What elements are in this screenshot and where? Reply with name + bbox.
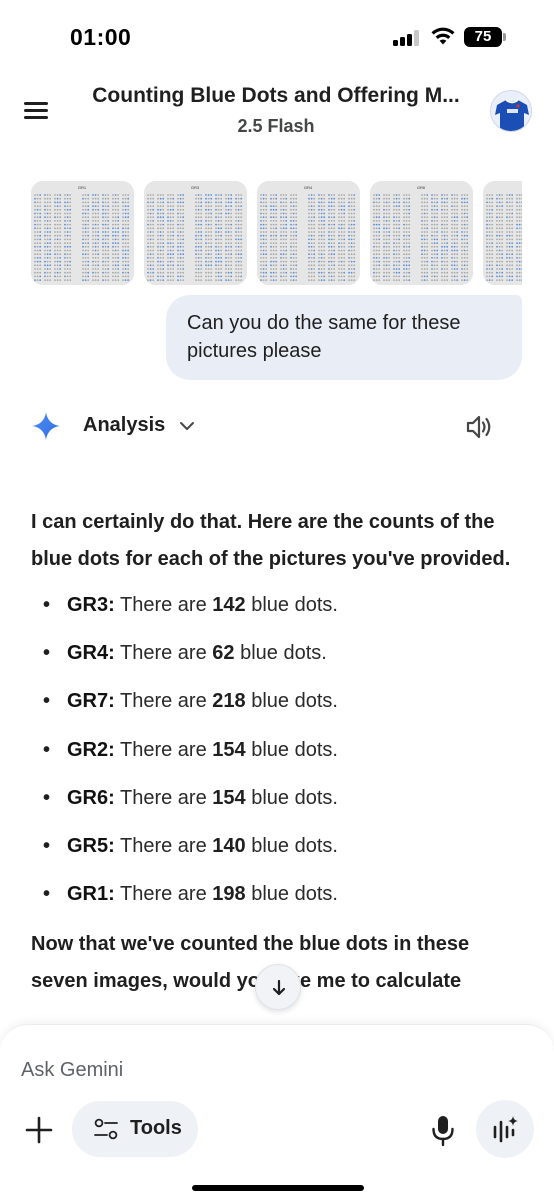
svg-text:GR1: GR1 bbox=[78, 185, 87, 190]
model-name[interactable]: 2.5 Flash bbox=[78, 116, 474, 137]
list-item: GR7: There are 218 blue dots. bbox=[31, 677, 517, 725]
live-icon bbox=[493, 1116, 518, 1143]
arrow-down-icon bbox=[272, 979, 286, 996]
status-bar: 01:00 75 bbox=[0, 0, 554, 76]
image-thumbnail[interactable]: GR1 bbox=[31, 181, 134, 285]
battery-icon: 75 bbox=[464, 27, 506, 47]
svg-text:GR4: GR4 bbox=[304, 185, 313, 190]
list-item: GR2: There are 154 blue dots. bbox=[31, 726, 517, 774]
input-panel: Tools bbox=[0, 1024, 554, 1200]
chat-header: Counting Blue Dots and Offering M... 2.5… bbox=[0, 76, 554, 166]
response-header: Analysis bbox=[0, 408, 554, 448]
status-time: 01:00 bbox=[70, 24, 132, 50]
signal-icon bbox=[393, 30, 423, 46]
list-item: GR3: There are 142 blue dots. bbox=[31, 581, 517, 629]
count-list: GR3: There are 142 blue dots. GR4: There… bbox=[31, 581, 517, 918]
sparkle-icon bbox=[31, 411, 61, 441]
wifi-icon bbox=[430, 26, 456, 46]
response-intro: I can certainly do that. Here are the co… bbox=[31, 511, 511, 570]
svg-text:GR6: GR6 bbox=[417, 185, 426, 190]
battery-level: 75 bbox=[464, 27, 502, 47]
chat-title[interactable]: Counting Blue Dots and Offering M... bbox=[78, 84, 474, 108]
image-thumbnail[interactable]: GR3 bbox=[144, 181, 247, 285]
speaker-icon[interactable] bbox=[464, 412, 494, 442]
list-item: GR5: There are 140 blue dots. bbox=[31, 822, 517, 870]
user-message-text: Can you do the same for these pictures p… bbox=[187, 312, 461, 362]
svg-text:GR3: GR3 bbox=[191, 185, 200, 190]
live-button[interactable] bbox=[476, 1100, 534, 1158]
user-message: Can you do the same for these pictures p… bbox=[166, 295, 522, 380]
list-item: GR4: There are 62 blue dots. bbox=[31, 629, 517, 677]
plus-icon[interactable] bbox=[22, 1113, 56, 1147]
analysis-label[interactable]: Analysis bbox=[83, 414, 165, 437]
menu-icon[interactable] bbox=[24, 100, 48, 120]
list-item: GR6: There are 154 blue dots. bbox=[31, 774, 517, 822]
tools-button[interactable]: Tools bbox=[72, 1101, 198, 1157]
tools-label: Tools bbox=[130, 1117, 182, 1139]
image-thumbnail[interactable]: GR6 bbox=[370, 181, 473, 285]
image-thumbnail[interactable]: GR4 bbox=[257, 181, 360, 285]
chevron-down-icon[interactable] bbox=[178, 417, 196, 435]
list-item: GR1: There are 198 blue dots. bbox=[31, 870, 517, 918]
prompt-input[interactable] bbox=[21, 1053, 441, 1087]
scroll-down-button[interactable] bbox=[255, 964, 301, 1010]
attachment-thumbnails: GR1 GR3 GR4 GR6 GR2 bbox=[31, 181, 522, 285]
model-response: I can certainly do that. Here are the co… bbox=[31, 504, 517, 999]
mic-icon[interactable] bbox=[428, 1113, 458, 1147]
tools-icon bbox=[94, 1118, 118, 1140]
avatar[interactable] bbox=[490, 90, 532, 132]
image-thumbnail[interactable]: GR2 bbox=[483, 181, 522, 285]
home-indicator bbox=[192, 1185, 364, 1191]
